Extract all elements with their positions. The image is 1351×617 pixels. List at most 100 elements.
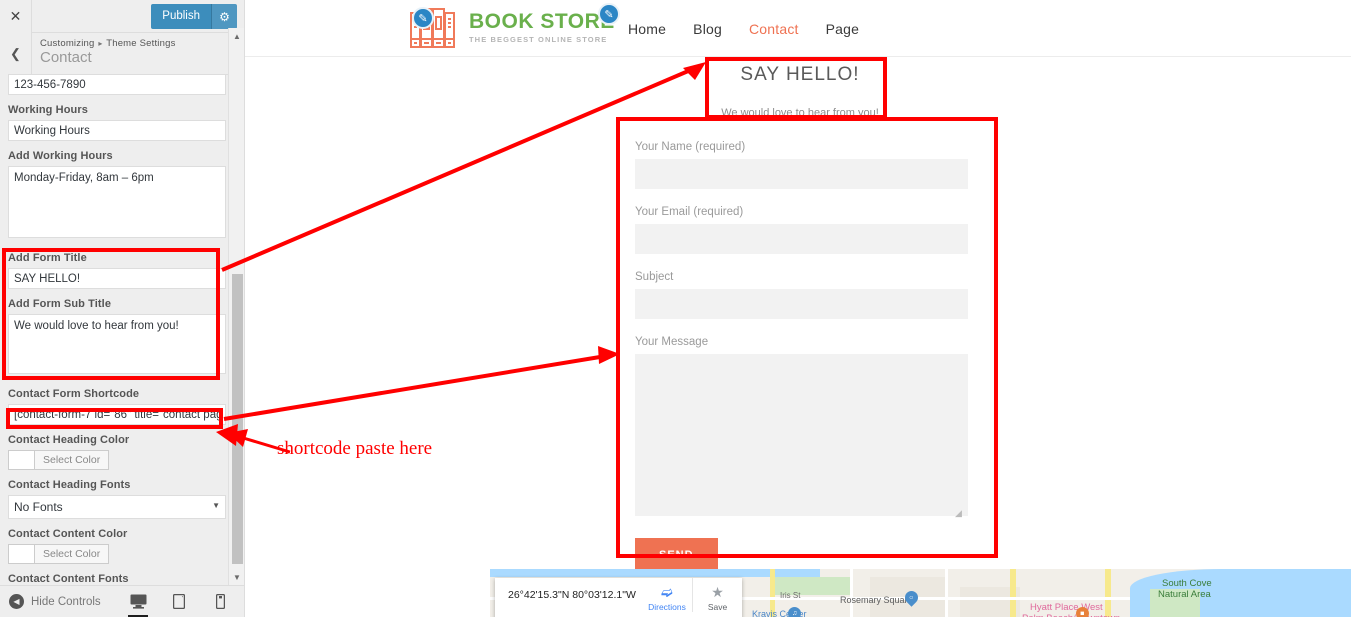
close-icon[interactable]: ✕ xyxy=(0,0,32,33)
star-icon: ★ xyxy=(711,584,724,600)
customizer-header: ✕ Publish ⚙ xyxy=(0,0,244,33)
content-color-picker[interactable]: Select Color xyxy=(8,544,226,564)
preview-body: SAY HELLO! We would love to hear from yo… xyxy=(245,57,1351,617)
form-title: SAY HELLO! xyxy=(740,64,860,85)
map-coordinates: 26°42'15.3"N 80°03'12.1"W xyxy=(508,589,636,601)
field-content-color: Contact Content Color Select Color xyxy=(8,528,226,564)
scroll-up-icon[interactable]: ▲ xyxy=(229,28,244,44)
save-label: Save xyxy=(707,602,728,612)
add-form-subtitle-textarea[interactable]: We would love to hear from you! xyxy=(8,314,226,374)
customizer-sidebar: ✕ Publish ⚙ ❮ Customizing ▸ Theme Settin… xyxy=(0,0,245,617)
your-message-textarea[interactable] xyxy=(635,354,968,516)
content-color-swatch[interactable] xyxy=(8,544,34,564)
phone-input[interactable] xyxy=(8,74,226,95)
working-hours-label: Working Hours xyxy=(8,104,88,116)
nav-item-home[interactable]: Home xyxy=(628,21,666,37)
hide-controls-label: Hide Controls xyxy=(31,595,101,608)
tablet-icon[interactable] xyxy=(168,586,190,617)
map-label-south-cove: South Cove xyxy=(1162,578,1212,589)
heading-fonts-label: Contact Heading Fonts xyxy=(8,479,131,491)
field-add-form-title: Add Form Title xyxy=(8,252,226,289)
mobile-icon[interactable] xyxy=(209,586,231,617)
screen-root: ✕ Publish ⚙ ❮ Customizing ▸ Theme Settin… xyxy=(0,0,1351,617)
site-header: ✎ BOOK STORE THE BEGGEST ONLINE STORE ✎ … xyxy=(245,0,1351,57)
map-label-iris-st: Iris St xyxy=(780,591,801,600)
add-working-hours-textarea[interactable]: Monday-Friday, 8am – 6pm xyxy=(8,166,226,238)
scroll-down-icon[interactable]: ▼ xyxy=(229,569,244,585)
heading-fonts-select[interactable]: No Fonts xyxy=(8,495,226,519)
shortcode-label: Contact Form Shortcode xyxy=(8,388,140,400)
nav-item-blog[interactable]: Blog xyxy=(693,21,722,37)
annotation-callout-text: shortcode paste here xyxy=(277,438,433,459)
customizer-footer: ◀ Hide Controls xyxy=(0,585,244,617)
field-working-hours: Working Hours xyxy=(8,104,226,141)
publish-group: Publish ⚙ xyxy=(151,4,237,29)
map-road-v-1 xyxy=(850,569,853,617)
your-email-label: Your Email (required) xyxy=(635,206,744,218)
scrollbar-thumb[interactable] xyxy=(232,274,243,564)
google-map[interactable]: Iris St Rosemary Square Kravis Center Hy… xyxy=(490,569,1351,617)
directions-icon: ➫ xyxy=(661,584,673,600)
message-wrap: ◢ xyxy=(635,354,968,521)
site-logo[interactable]: BOOK STORE THE BEGGEST ONLINE STORE xyxy=(408,6,615,49)
add-form-title-label: Add Form Title xyxy=(8,252,87,264)
sidebar-scrollbar[interactable]: ▲ ▼ xyxy=(228,28,244,585)
field-heading-fonts: Contact Heading Fonts No Fonts ▼ xyxy=(8,479,226,519)
heading-color-swatch[interactable] xyxy=(8,450,34,470)
field-your-message: Your Message ◢ xyxy=(635,336,976,521)
nav-item-page[interactable]: Page xyxy=(826,21,860,37)
field-content-fonts: Contact Content Fonts xyxy=(8,573,226,585)
gear-icon[interactable]: ⚙ xyxy=(211,4,237,29)
field-your-name: Your Name (required) xyxy=(635,141,976,189)
map-save-button[interactable]: ★ Save xyxy=(692,578,742,612)
field-add-form-subtitle: Add Form Sub Title We would love to hear… xyxy=(8,298,226,379)
heading-fonts-select-wrap: No Fonts ▼ xyxy=(8,495,226,519)
edit-menu-pencil-icon[interactable]: ✎ xyxy=(598,3,620,25)
publish-button[interactable]: Publish xyxy=(151,4,211,29)
logo-text: BOOK STORE THE BEGGEST ONLINE STORE xyxy=(469,11,615,44)
map-road-yellow-3 xyxy=(1105,569,1111,617)
working-hours-input[interactable] xyxy=(8,120,226,141)
subject-label: Subject xyxy=(635,271,674,283)
field-heading-color: Contact Heading Color Select Color xyxy=(8,434,226,470)
device-preview-group xyxy=(127,586,231,617)
contact-form-heading: SAY HELLO! We would love to hear from yo… xyxy=(705,57,895,119)
field-add-working-hours: Add Working Hours Monday-Friday, 8am – 6… xyxy=(8,150,226,243)
nav-item-contact[interactable]: Contact xyxy=(749,21,799,37)
map-pin-kravis[interactable]: ♫ xyxy=(785,604,804,617)
field-shortcode: Contact Form Shortcode xyxy=(8,388,226,425)
heading-color-picker[interactable]: Select Color xyxy=(8,450,226,470)
add-form-title-input[interactable] xyxy=(8,268,226,289)
edit-logo-pencil-icon[interactable]: ✎ xyxy=(412,7,434,29)
send-button[interactable]: SEND xyxy=(635,538,718,572)
logo-tagline: THE BEGGEST ONLINE STORE xyxy=(469,35,608,45)
shortcode-input[interactable] xyxy=(8,404,226,425)
your-email-input[interactable] xyxy=(635,224,968,254)
field-your-email: Your Email (required) xyxy=(635,206,976,254)
your-name-input[interactable] xyxy=(635,159,968,189)
content-fonts-label: Contact Content Fonts xyxy=(8,573,129,585)
logo-title: BOOK STORE xyxy=(469,10,615,34)
hide-controls-button[interactable]: ◀ Hide Controls xyxy=(9,594,101,609)
customizer-panel-body: Working Hours Add Working Hours Monday-F… xyxy=(0,33,234,585)
add-form-subtitle-label: Add Form Sub Title xyxy=(8,298,112,310)
field-subject: Subject xyxy=(635,271,976,319)
form-subtitle: We would love to hear from you! xyxy=(721,107,879,119)
map-info-card: 26°42'15.3"N 80°03'12.1"W ➫ Directions ★… xyxy=(495,578,742,617)
map-label-natural-area: Natural Area xyxy=(1158,589,1211,600)
subject-input[interactable] xyxy=(635,289,968,319)
collapse-icon: ◀ xyxy=(9,594,24,609)
map-directions-button[interactable]: ➫ Directions xyxy=(642,578,692,612)
add-working-hours-label: Add Working Hours xyxy=(8,150,113,162)
map-water-east xyxy=(1345,569,1351,617)
content-select-color-button[interactable]: Select Color xyxy=(34,544,110,564)
map-road-yellow-2 xyxy=(1010,569,1016,617)
your-name-label: Your Name (required) xyxy=(635,141,746,153)
map-label-rosemary-square: Rosemary Square xyxy=(840,595,913,605)
map-road-v-2 xyxy=(945,569,948,617)
contact-form: Your Name (required) Your Email (require… xyxy=(618,123,993,582)
your-message-label: Your Message xyxy=(635,336,709,348)
field-phone xyxy=(8,74,226,95)
heading-select-color-button[interactable]: Select Color xyxy=(34,450,110,470)
desktop-icon[interactable] xyxy=(127,586,149,617)
